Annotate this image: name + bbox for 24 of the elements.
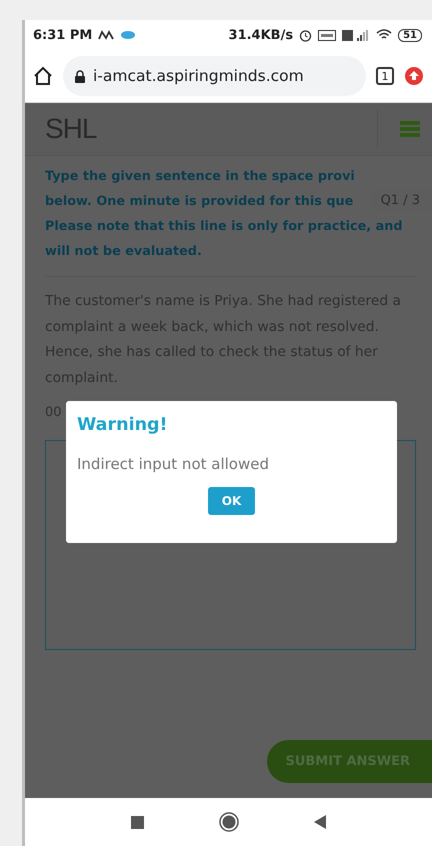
upload-icon[interactable] xyxy=(404,66,424,86)
cloud-icon xyxy=(120,30,136,40)
battery-icon: 51 xyxy=(398,28,422,42)
instruction-line: below. One minute is provided for this que xyxy=(45,193,354,211)
network-speed: 31.4KB/s xyxy=(228,28,294,42)
lock-icon xyxy=(75,70,85,82)
back-icon[interactable] xyxy=(314,815,326,829)
notification-icon xyxy=(98,30,114,40)
home-circle-icon[interactable] xyxy=(219,812,239,832)
alarm-icon xyxy=(299,28,312,42)
instruction-line: will not be evaluated. xyxy=(45,243,202,261)
wifi-icon xyxy=(376,29,392,41)
recents-icon[interactable] xyxy=(131,816,144,828)
address-bar[interactable]: i-amcat.aspiringminds.com xyxy=(63,56,366,96)
url-text: i-amcat.aspiringminds.com xyxy=(93,67,304,85)
signal-icon xyxy=(342,28,370,42)
instruction-line: Type the given sentence in the space provi xyxy=(45,168,355,186)
instruction-line: Please note that this line is only for practice, and xyxy=(45,218,402,236)
status-time: 6:31 PM xyxy=(33,28,92,42)
vpn-icon xyxy=(318,30,336,40)
tab-count-button[interactable]: 1 xyxy=(376,67,394,85)
dialog-message: Indirect input not allowed xyxy=(77,455,270,473)
home-icon[interactable] xyxy=(33,66,53,86)
dialog-title: Warning! xyxy=(77,415,169,435)
